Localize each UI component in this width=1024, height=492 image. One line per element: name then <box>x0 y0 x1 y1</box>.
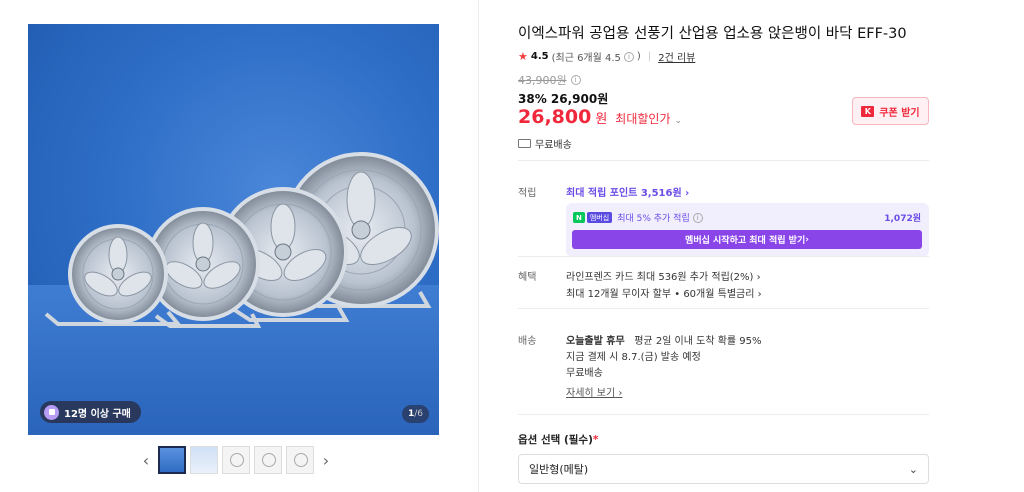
divider <box>518 414 929 415</box>
membership-box: N 멤버십 최대 5% 추가 적립 i 1,072원 멤버십 시작하고 최대 적… <box>566 203 929 257</box>
free-shipping-row: 무료배송 <box>518 136 572 151</box>
chevron-right-icon[interactable]: › <box>318 446 334 474</box>
reviews-link[interactable]: 2건 리뷰 <box>658 49 695 64</box>
thumbnail-strip: ‹ › <box>138 446 334 474</box>
free-shipping-text: 무료배송 <box>535 140 572 151</box>
chevron-left-icon[interactable]: ‹ <box>138 446 154 474</box>
final-price-won: 원 <box>595 112 608 127</box>
bag-icon <box>44 404 59 420</box>
original-price: 43,900원 <box>518 74 567 87</box>
max-points-link[interactable]: 최대 적립 포인트 3,516원 › <box>566 184 689 199</box>
coupon-label: 쿠폰 받기 <box>879 107 920 119</box>
page-total: /6 <box>414 409 423 419</box>
membership-button[interactable]: 멤버십 시작하고 최대 적립 받기 › <box>572 230 922 249</box>
chevron-down-icon: ⌄ <box>674 116 683 126</box>
delivery-line-1: 오늘출발 휴무 평균 2일 이내 도착 확률 95% <box>566 332 762 347</box>
thumbnail-4[interactable] <box>254 446 282 474</box>
thumbnail-2[interactable] <box>190 446 218 474</box>
final-price: 26,800 <box>518 106 592 128</box>
coupon-button[interactable]: K 쿠폰 받기 <box>852 97 929 125</box>
info-icon[interactable]: i <box>623 51 634 62</box>
rating-recent: (최근 6개월 4.5 <box>551 53 621 64</box>
column-divider <box>478 0 479 492</box>
chevron-down-icon: ⌄ <box>908 462 918 476</box>
price-info-icon[interactable]: i <box>570 75 581 85</box>
naver-n-badge: N <box>573 212 585 223</box>
original-price-row: 43,900원 i <box>518 72 581 88</box>
product-main-image[interactable]: 12명 이상 구매 1 /6 <box>28 24 439 435</box>
divider <box>518 160 929 161</box>
membership-badge: 멤버십 <box>586 212 613 223</box>
rating-recent-close: ) <box>636 51 641 62</box>
thumbnail-1[interactable] <box>158 446 186 474</box>
extra-points-text: 최대 5% 추가 적립 <box>617 214 690 224</box>
divider <box>518 308 929 309</box>
benefit-card[interactable]: 라인프렌즈 카드 최대 536원 추가 적립(2%) › <box>566 268 761 283</box>
final-price-row[interactable]: 26,800 원 최대할인가 ⌄ <box>518 106 682 128</box>
rating-score: 4.5 <box>530 51 549 62</box>
membership-row: N 멤버십 최대 5% 추가 적립 i 1,072원 <box>573 211 921 224</box>
info-icon[interactable]: i <box>692 212 703 223</box>
extra-points-amount: 1,072원 <box>884 214 921 224</box>
delivery-status: 오늘출발 휴무 <box>566 336 625 347</box>
delivery-label: 배송 <box>518 336 537 347</box>
delivery-line-3: 무료배송 <box>566 368 603 379</box>
max-discount-label: 최대할인가 <box>615 112 671 126</box>
purchase-count-text: 12명 이상 구매 <box>64 408 131 420</box>
star-icon: ★ <box>518 50 528 63</box>
benefits-label: 혜택 <box>518 272 537 283</box>
divider <box>518 256 929 257</box>
detail-link[interactable]: 자세히 보기 › <box>566 384 622 399</box>
benefit-installment[interactable]: 최대 12개월 무이자 할부 • 60개월 특별금리 › <box>566 285 762 300</box>
coupon-icon: K <box>861 105 875 117</box>
separator: | <box>647 51 652 62</box>
option-select[interactable]: 일반형(메탈) ⌄ <box>518 454 929 484</box>
thumbnail-5[interactable] <box>286 446 314 474</box>
purchase-count-badge: 12명 이상 구매 <box>40 401 141 423</box>
image-page-indicator: 1 /6 <box>401 405 429 423</box>
delivery-line-2: 지금 결제 시 8.7.(금) 발송 예정 <box>566 352 701 363</box>
discount-price: 38% 26,900원 <box>518 92 609 106</box>
rating-row: ★ 4.5 (최근 6개월 4.5 i ) | 2건 리뷰 <box>518 49 695 64</box>
thumbnail-3[interactable] <box>222 446 250 474</box>
option-label: 옵션 선택 (필수)* <box>518 434 599 446</box>
delivery-estimate: 평균 2일 이내 도착 확률 95% <box>634 336 762 347</box>
option-selected-value: 일반형(메탈) <box>529 463 589 476</box>
points-label: 적립 <box>518 188 537 199</box>
product-title: 이엑스파워 공업용 선풍기 산업용 업소용 앉은뱅이 바닥 EFF-30 <box>518 26 907 42</box>
floor-fans-image <box>44 152 439 328</box>
truck-icon <box>518 139 531 148</box>
